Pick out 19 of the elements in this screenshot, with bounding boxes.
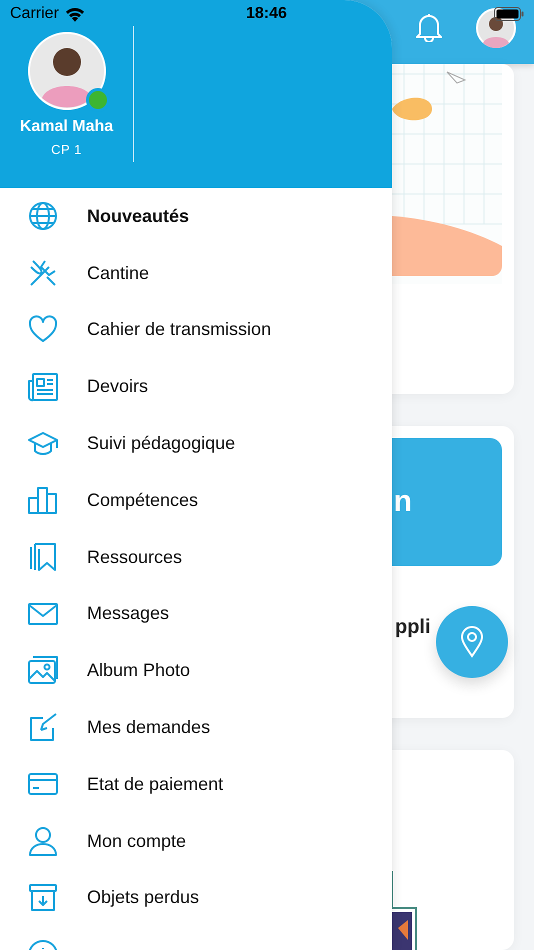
- menu-item[interactable]: Compétences: [0, 472, 392, 529]
- carrier-label: Carrier: [10, 5, 59, 23]
- menu-item[interactable]: Devoirs: [0, 358, 392, 416]
- banner-title: n: [394, 485, 412, 519]
- menu-item[interactable]: Nouveautés: [0, 188, 392, 245]
- menu-item[interactable]: Cahier de transmission: [0, 302, 392, 358]
- menu-item[interactable]: Objets perdus: [0, 870, 392, 926]
- menu-item[interactable]: Album Photo: [0, 642, 392, 700]
- menu-item[interactable]: Etat de paiement: [0, 756, 392, 813]
- menu-item[interactable]: Ressources: [0, 528, 392, 586]
- menu-item[interactable]: Mes demandes: [0, 699, 392, 756]
- profile-class: CP 1: [51, 142, 82, 157]
- clock-time: 18:46: [246, 5, 287, 23]
- profile-name: Kamal Maha: [20, 118, 114, 136]
- menu-item[interactable]: Mon compte: [0, 812, 392, 870]
- menu-item[interactable]: Suivi pédagogique: [0, 415, 392, 472]
- menu-item[interactable]: Cantine: [0, 244, 392, 302]
- menu-item[interactable]: Messages: [0, 586, 392, 642]
- card-title: ppli: [395, 616, 431, 639]
